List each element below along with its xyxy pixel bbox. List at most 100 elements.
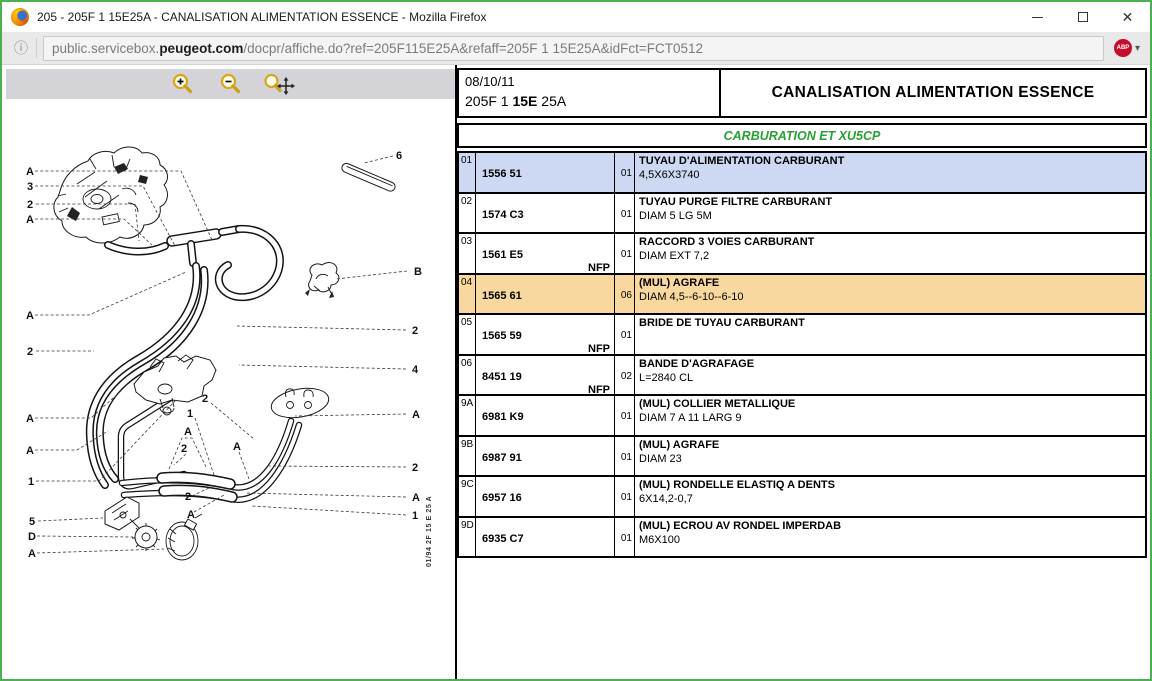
row-part-cell: 8451 19 NFP	[476, 356, 615, 395]
nfp-flag: NFP	[588, 384, 610, 396]
row-index: 05	[459, 315, 476, 354]
adblock-icon[interactable]: ABP	[1114, 39, 1132, 57]
callout-label: A	[184, 426, 192, 438]
part-detail: 4,5X6X3740	[639, 168, 1145, 183]
part-title: TUYAU D'ALIMENTATION CARBURANT	[639, 155, 1145, 168]
row-description-cell: TUYAU D'ALIMENTATION CARBURANT 4,5X6X374…	[635, 153, 1145, 192]
parts-diagram[interactable]: 01/94 2F 15 E 25 A A32AA2AA15DA21A2A2A6B…	[2, 99, 455, 679]
document-reference: 205F 1 15E 25A	[465, 93, 713, 109]
part-title: BANDE D'AGRAFAGE	[639, 358, 1145, 371]
row-description-cell: (MUL) AGRAFE DIAM 4,5--6-10--6-10	[635, 275, 1145, 314]
diagram-toolbar	[6, 69, 455, 99]
part-detail: DIAM 23	[639, 452, 1145, 467]
callout-label: 2	[181, 443, 187, 455]
part-quantity: 01	[615, 194, 635, 233]
category-banner: CARBURATION ET XU5CP	[457, 123, 1147, 148]
part-title: (MUL) ECROU AV RONDEL IMPERDAB	[639, 520, 1145, 533]
site-info-icon[interactable]: ⓘ	[10, 38, 37, 58]
close-button[interactable]: ✕	[1105, 2, 1150, 32]
row-part-cell: 1561 E5 NFP	[476, 234, 615, 273]
document-header: 08/10/11 205F 1 15E 25A CANALISATION ALI…	[457, 68, 1147, 118]
table-row[interactable]: 02 1574 C3 01 TUYAU PURGE FILTRE CARBURA…	[457, 192, 1147, 235]
part-quantity: 01	[615, 437, 635, 476]
callout-label: D	[28, 531, 36, 543]
row-part-cell: 1565 59 NFP	[476, 315, 615, 354]
table-row[interactable]: 01 1556 51 01 TUYAU D'ALIMENTATION CARBU…	[457, 151, 1147, 194]
parts-table: 01 1556 51 01 TUYAU D'ALIMENTATION CARBU…	[457, 151, 1147, 558]
adblock-dropdown-caret[interactable]: ▾	[1135, 43, 1140, 54]
url-input[interactable]: public.servicebox.peugeot.com/docpr/affi…	[43, 36, 1104, 61]
callout-label: 1	[412, 510, 418, 522]
close-icon: ✕	[1122, 10, 1134, 24]
window-controls: ✕	[1015, 2, 1150, 32]
clip-b-drawing	[305, 263, 339, 298]
band-drawing	[340, 162, 396, 193]
part-number: 1565 59	[482, 330, 522, 342]
callout-label: A	[26, 413, 34, 425]
part-quantity: 01	[615, 518, 635, 557]
clamp-drawing	[166, 514, 202, 560]
part-number: 1565 61	[482, 290, 522, 302]
row-description-cell: TUYAU PURGE FILTRE CARBURANT DIAM 5 LG 5…	[635, 194, 1145, 233]
callout-label: 5	[29, 516, 35, 528]
row-index: 9D	[459, 518, 476, 557]
callout-label: 2	[412, 325, 418, 337]
row-part-cell: 6957 16	[476, 477, 615, 516]
table-row[interactable]: 9B 6987 91 01 (MUL) AGRAFE DIAM 23	[457, 435, 1147, 478]
part-detail: DIAM 7 A 11 LARG 9	[639, 411, 1145, 426]
table-row[interactable]: 9D 6935 C7 01 (MUL) ECROU AV RONDEL IMPE…	[457, 516, 1147, 559]
part-title: (MUL) RONDELLE ELASTIQ A DENTS	[639, 479, 1145, 492]
callout-label: 3	[27, 181, 33, 193]
callout-label: A	[26, 445, 34, 457]
callout-label: 6	[396, 150, 402, 162]
bracket-drawing	[105, 497, 144, 533]
table-row[interactable]: 06 8451 19 NFP 02 BANDE D'AGRAFAGE L=284…	[457, 354, 1147, 397]
row-index: 9A	[459, 396, 476, 435]
table-row[interactable]: 9C 6957 16 01 (MUL) RONDELLE ELASTIQ A D…	[457, 475, 1147, 518]
row-index: 9B	[459, 437, 476, 476]
part-number: 6935 C7	[482, 533, 524, 545]
callout-label: A	[26, 166, 34, 178]
zoom-in-icon	[171, 73, 195, 95]
minimize-button[interactable]	[1015, 2, 1060, 32]
table-row[interactable]: 9A 6981 K9 01 (MUL) COLLIER METALLIQUE D…	[457, 394, 1147, 437]
callout-label: 2	[412, 462, 418, 474]
maximize-icon	[1078, 12, 1088, 22]
row-description-cell: (MUL) ECROU AV RONDEL IMPERDAB M6X100	[635, 518, 1145, 557]
part-title: (MUL) COLLIER METALLIQUE	[639, 398, 1145, 411]
part-quantity: 01	[615, 315, 635, 354]
part-detail: DIAM 4,5--6-10--6-10	[639, 290, 1145, 305]
callout-label: B	[414, 266, 422, 278]
document-title: CANALISATION ALIMENTATION ESSENCE	[721, 70, 1145, 116]
row-part-cell: 6935 C7	[476, 518, 615, 557]
maximize-button[interactable]	[1060, 2, 1105, 32]
page-content: 01/94 2F 15 E 25 A A32AA2AA15DA21A2A2A6B…	[2, 65, 1150, 679]
zoom-in-button[interactable]	[166, 71, 200, 97]
part-quantity: 01	[615, 153, 635, 192]
callout-label: 2	[27, 199, 33, 211]
zoom-pan-icon	[263, 73, 295, 95]
zoom-pan-button[interactable]	[262, 71, 296, 97]
part-detail: L=2840 CL	[639, 371, 1145, 386]
parts-panel: 08/10/11 205F 1 15E 25A CANALISATION ALI…	[455, 65, 1150, 679]
row-part-cell: 1556 51	[476, 153, 615, 192]
row-index: 9C	[459, 477, 476, 516]
table-row[interactable]: 04 1565 61 06 (MUL) AGRAFE DIAM 4,5--6-1…	[457, 273, 1147, 316]
callout-label: 2	[27, 346, 33, 358]
part-detail: 6X14,2-0,7	[639, 492, 1145, 507]
callout-label: A	[233, 441, 241, 453]
part-quantity: 06	[615, 275, 635, 314]
diagram-panel: 01/94 2F 15 E 25 A A32AA2AA15DA21A2A2A6B…	[2, 65, 455, 679]
row-description-cell: (MUL) COLLIER METALLIQUE DIAM 7 A 11 LAR…	[635, 396, 1145, 435]
row-index: 03	[459, 234, 476, 273]
zoom-out-button[interactable]	[214, 71, 248, 97]
minimize-icon	[1032, 17, 1043, 18]
document-meta: 08/10/11 205F 1 15E 25A	[459, 70, 721, 116]
row-description-cell: BRIDE DE TUYAU CARBURANT	[635, 315, 1145, 354]
table-row[interactable]: 05 1565 59 NFP 01 BRIDE DE TUYAU CARBURA…	[457, 313, 1147, 356]
nfp-flag: NFP	[588, 343, 610, 355]
callout-label: A	[26, 214, 34, 226]
table-row[interactable]: 03 1561 E5 NFP 01 RACCORD 3 VOIES CARBUR…	[457, 232, 1147, 275]
part-number: 6987 91	[482, 452, 522, 464]
callout-label: 2	[202, 393, 208, 405]
